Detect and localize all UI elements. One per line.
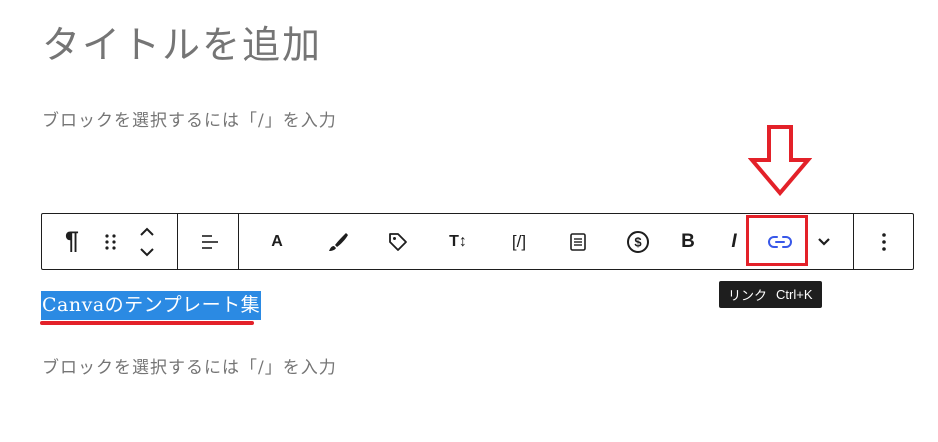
tooltip-shortcut: Ctrl+K <box>776 287 813 302</box>
text-color-icon[interactable]: A <box>260 214 294 269</box>
tooltip-label: リンク <box>728 288 768 303</box>
dollar-icon[interactable]: $ <box>621 214 655 269</box>
toolbar-separator <box>177 214 178 269</box>
paragraph-icon[interactable]: ¶ <box>56 214 88 269</box>
toolbar-separator <box>238 214 239 269</box>
tag-icon[interactable] <box>381 214 415 269</box>
chevron-down-icon[interactable] <box>809 214 839 269</box>
annotation-arrow-icon <box>748 125 812 196</box>
more-options-icon[interactable] <box>864 214 904 269</box>
brush-icon[interactable] <box>321 214 355 269</box>
move-up-icon[interactable] <box>134 222 160 242</box>
link-icon[interactable] <box>760 214 800 269</box>
svg-text:$: $ <box>634 234 642 249</box>
link-tooltip: リンク Ctrl+K <box>719 281 822 308</box>
block-appender-placeholder[interactable]: ブロックを選択するには「/」を入力 <box>42 106 337 131</box>
shortcode-icon[interactable]: [/] <box>501 214 537 269</box>
align-icon[interactable] <box>190 214 230 269</box>
toolbar-separator <box>853 214 854 269</box>
drag-handle-icon[interactable] <box>98 214 124 269</box>
block-toolbar: ¶ A T↕ [/] $ B I <box>41 213 914 270</box>
block-editor-canvas: タイトルを追加 ブロックを選択するには「/」を入力 ¶ A T↕ [/] $ B… <box>0 0 938 442</box>
document-icon[interactable] <box>561 214 595 269</box>
font-size-icon[interactable]: T↕ <box>440 214 476 269</box>
post-title-placeholder[interactable]: タイトルを追加 <box>42 14 322 69</box>
annotation-underline <box>40 321 254 325</box>
move-down-icon[interactable] <box>134 242 160 262</box>
bold-icon[interactable]: B <box>671 214 705 269</box>
selected-paragraph[interactable]: Canvaのテンプレート集 <box>41 291 262 320</box>
italic-icon[interactable]: I <box>717 214 751 269</box>
block-appender-placeholder[interactable]: ブロックを選択するには「/」を入力 <box>42 353 337 378</box>
